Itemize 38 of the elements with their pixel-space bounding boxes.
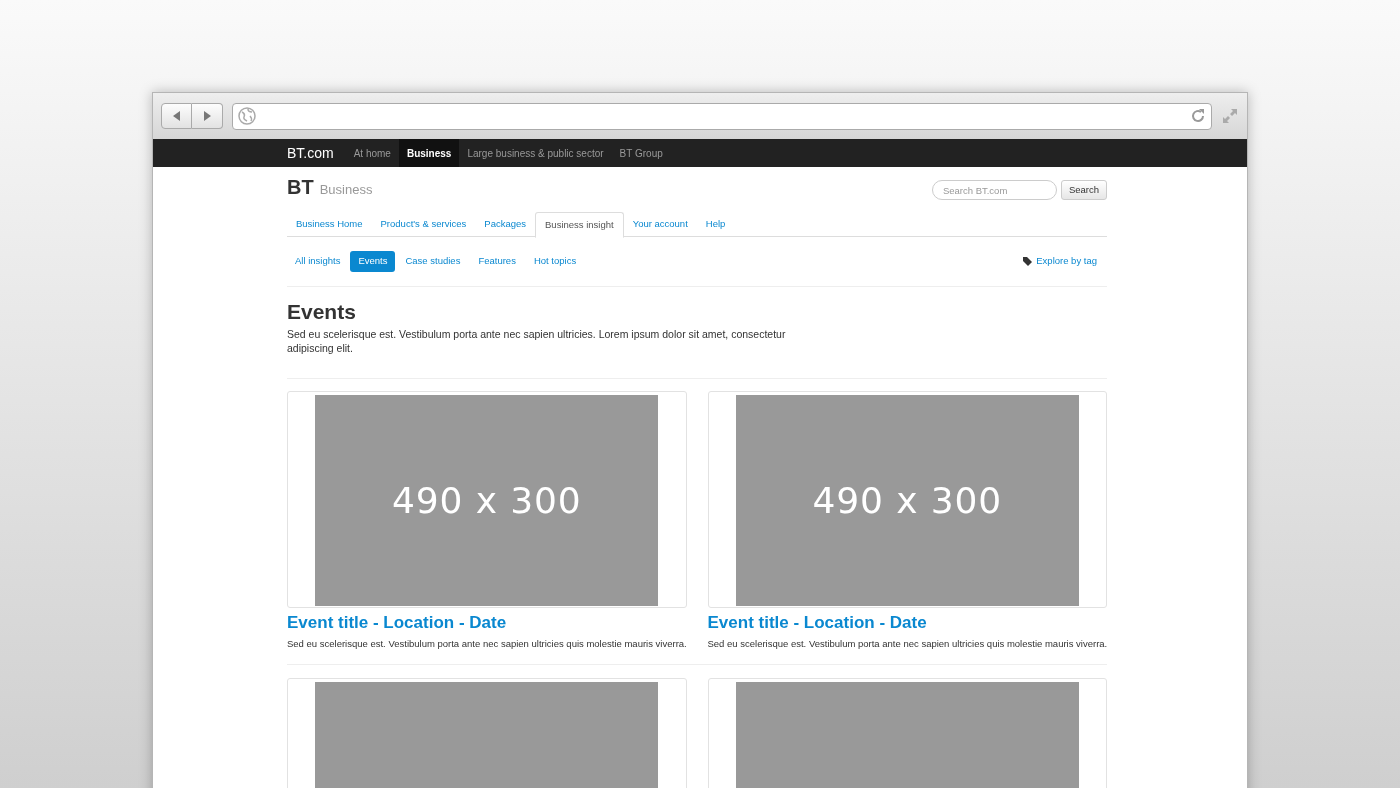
- intro-paragraph: Sed eu scelerisque est. Vestibulum porta ante nec sapien ultricies. Lorem ipsum dolor sit amet, consectetur adipiscing elit.: [287, 327, 787, 355]
- reload-icon[interactable]: [1190, 108, 1206, 124]
- nav-tab[interactable]: Business insight: [535, 212, 624, 238]
- filter-pill[interactable]: Features: [470, 251, 524, 272]
- filter-pill[interactable]: Events: [350, 251, 396, 272]
- nav-tab[interactable]: Product's & services: [371, 212, 476, 236]
- event-title-link[interactable]: Event title - Location - Date: [287, 611, 687, 635]
- fullscreen-icon[interactable]: [1221, 107, 1239, 125]
- top-nav-item[interactable]: Large business & public sector: [459, 139, 612, 167]
- back-icon: [172, 111, 181, 121]
- placeholder-label: 490 x 300: [391, 478, 582, 523]
- placeholder-label: 490 x 300: [812, 478, 1003, 523]
- forward-button[interactable]: [192, 103, 223, 129]
- top-nav-item[interactable]: Business: [398, 139, 460, 167]
- site-subtitle: Business: [319, 181, 373, 199]
- nav-tab[interactable]: Packages: [475, 212, 536, 236]
- filter-pill[interactable]: Case studies: [397, 251, 469, 272]
- event-description: Sed eu scelerisque est. Vestibulum porta ante nec sapien ultricies quis molestie mauris viverra.: [707, 637, 1107, 651]
- event-description: Sed eu scelerisque est. Vestibulum porta ante nec sapien ultricies quis molestie mauris viverra.: [287, 637, 687, 651]
- search-button[interactable]: Search: [1060, 180, 1107, 200]
- brand-link[interactable]: BT.com: [287, 139, 334, 167]
- event-title-link[interactable]: Event title - Location - Date: [707, 611, 1107, 635]
- globe-icon: [238, 107, 256, 125]
- forward-icon: [203, 111, 211, 121]
- tag-icon: [1023, 257, 1033, 266]
- back-button[interactable]: [161, 103, 192, 129]
- site-logo: BT: [287, 175, 314, 200]
- address-bar[interactable]: [232, 102, 1212, 130]
- top-nav-item[interactable]: At home: [345, 139, 399, 167]
- page-heading: Events: [287, 299, 357, 325]
- nav-tab[interactable]: Your account: [623, 212, 697, 236]
- search-field[interactable]: Search BT.com: [931, 180, 1057, 200]
- filter-pill[interactable]: All insights: [287, 251, 349, 272]
- nav-tab[interactable]: Help: [696, 212, 735, 236]
- filter-pill[interactable]: Hot topics: [525, 251, 585, 272]
- top-nav-item[interactable]: BT Group: [611, 139, 671, 167]
- explore-link[interactable]: Explore by tag: [1036, 254, 1097, 269]
- nav-tab[interactable]: Business Home: [287, 212, 372, 236]
